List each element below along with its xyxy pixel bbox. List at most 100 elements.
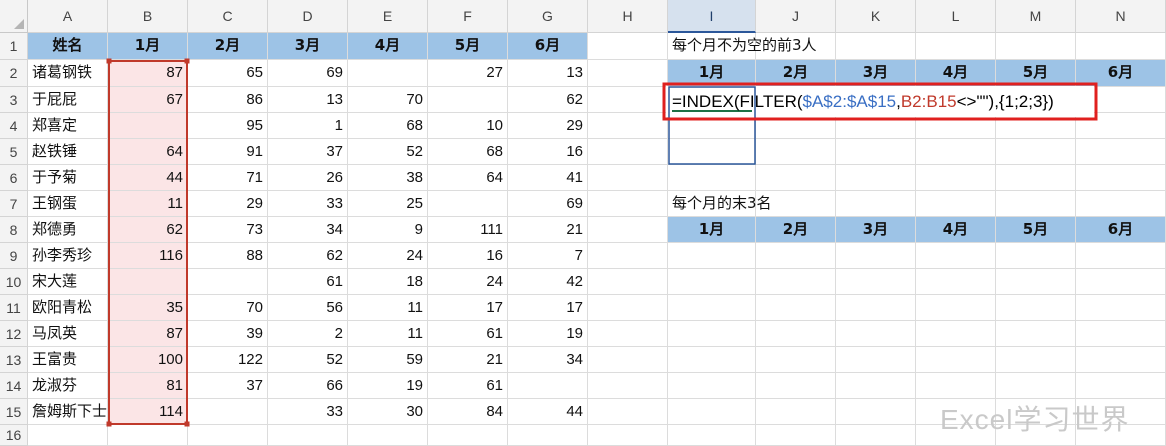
cell[interactable] [836, 295, 916, 321]
cell[interactable] [668, 113, 756, 139]
cell[interactable] [588, 113, 668, 139]
score-cell[interactable]: 2 [268, 321, 348, 347]
score-cell[interactable]: 35 [108, 295, 188, 321]
cell[interactable] [916, 113, 996, 139]
column-header-i[interactable]: I [668, 0, 756, 33]
column-header-m[interactable]: M [996, 0, 1076, 33]
score-cell[interactable]: 19 [508, 321, 588, 347]
name-cell[interactable]: 王钢蛋 [28, 191, 108, 217]
cell[interactable] [836, 165, 916, 191]
cell[interactable] [588, 165, 668, 191]
cell[interactable] [588, 217, 668, 243]
score-cell[interactable]: 16 [508, 139, 588, 165]
name-cell[interactable]: 赵铁锤 [28, 139, 108, 165]
cell[interactable] [1076, 321, 1166, 347]
column-header-n[interactable]: N [1076, 0, 1166, 33]
cell[interactable] [588, 269, 668, 295]
score-cell[interactable]: 86 [188, 87, 268, 113]
row-header-6[interactable]: 6 [0, 165, 28, 191]
cell[interactable] [996, 373, 1076, 399]
cell[interactable] [668, 243, 756, 269]
score-cell[interactable]: 62 [268, 243, 348, 269]
cell[interactable] [916, 165, 996, 191]
cell[interactable] [756, 269, 836, 295]
score-cell[interactable]: 69 [268, 60, 348, 87]
cell[interactable] [916, 295, 996, 321]
cell[interactable] [916, 139, 996, 165]
score-cell[interactable]: 42 [508, 269, 588, 295]
cell[interactable] [668, 295, 756, 321]
score-cell[interactable] [188, 269, 268, 295]
score-cell[interactable]: 100 [108, 347, 188, 373]
score-cell[interactable]: 68 [348, 113, 428, 139]
cell[interactable] [836, 321, 916, 347]
cell[interactable] [996, 113, 1076, 139]
score-cell[interactable]: 37 [188, 373, 268, 399]
score-cell[interactable]: 91 [188, 139, 268, 165]
row-header-1[interactable]: 1 [0, 33, 28, 60]
score-cell[interactable]: 44 [108, 165, 188, 191]
score-cell[interactable]: 68 [428, 139, 508, 165]
score-cell[interactable]: 114 [108, 399, 188, 425]
cell[interactable] [668, 269, 756, 295]
cell[interactable] [836, 139, 916, 165]
cell[interactable] [1076, 243, 1166, 269]
row-header-8[interactable]: 8 [0, 217, 28, 243]
cell[interactable] [1076, 295, 1166, 321]
column-header-h[interactable]: H [588, 0, 668, 33]
cell[interactable] [996, 33, 1076, 60]
name-cell[interactable]: 诸葛钢铁 [28, 60, 108, 87]
score-cell[interactable] [428, 191, 508, 217]
score-cell[interactable]: 11 [348, 295, 428, 321]
score-cell[interactable]: 9 [348, 217, 428, 243]
cell[interactable] [996, 269, 1076, 295]
score-cell[interactable]: 62 [508, 87, 588, 113]
select-all-corner[interactable] [0, 0, 28, 33]
cell[interactable] [996, 295, 1076, 321]
row-header-9[interactable]: 9 [0, 243, 28, 269]
cell[interactable] [996, 243, 1076, 269]
name-cell[interactable]: 欧阳青松 [28, 295, 108, 321]
name-cell[interactable]: 于屁屁 [28, 87, 108, 113]
score-cell[interactable]: 19 [348, 373, 428, 399]
score-cell[interactable]: 61 [268, 269, 348, 295]
column-header-k[interactable]: K [836, 0, 916, 33]
column-header-c[interactable]: C [188, 0, 268, 33]
score-cell[interactable]: 39 [188, 321, 268, 347]
column-header-a[interactable]: A [28, 0, 108, 33]
row-header-5[interactable]: 5 [0, 139, 28, 165]
cell[interactable] [756, 295, 836, 321]
row-header-10[interactable]: 10 [0, 269, 28, 295]
score-cell[interactable]: 13 [508, 60, 588, 87]
cell[interactable] [668, 373, 756, 399]
row-header-4[interactable]: 4 [0, 113, 28, 139]
score-cell[interactable]: 73 [188, 217, 268, 243]
cell[interactable] [916, 373, 996, 399]
score-cell[interactable]: 29 [508, 113, 588, 139]
score-cell[interactable]: 59 [348, 347, 428, 373]
row-header-15[interactable]: 15 [0, 399, 28, 425]
cell[interactable] [756, 139, 836, 165]
cell[interactable] [1076, 373, 1166, 399]
cell[interactable] [916, 269, 996, 295]
score-cell[interactable] [348, 60, 428, 87]
cell[interactable] [756, 373, 836, 399]
cell[interactable] [756, 347, 836, 373]
score-cell[interactable]: 116 [108, 243, 188, 269]
row-header-3[interactable]: 3 [0, 87, 28, 113]
cell[interactable] [1076, 139, 1166, 165]
row-header-7[interactable]: 7 [0, 191, 28, 217]
score-cell[interactable]: 70 [348, 87, 428, 113]
name-cell[interactable]: 宋大莲 [28, 269, 108, 295]
cell[interactable] [188, 425, 268, 446]
score-cell[interactable] [428, 87, 508, 113]
cell[interactable] [268, 425, 348, 446]
score-cell[interactable]: 52 [348, 139, 428, 165]
cell[interactable] [1076, 347, 1166, 373]
score-cell[interactable]: 34 [508, 347, 588, 373]
score-cell[interactable]: 66 [268, 373, 348, 399]
column-header-d[interactable]: D [268, 0, 348, 33]
cell[interactable] [1076, 165, 1166, 191]
score-cell[interactable]: 69 [508, 191, 588, 217]
cell[interactable] [756, 113, 836, 139]
